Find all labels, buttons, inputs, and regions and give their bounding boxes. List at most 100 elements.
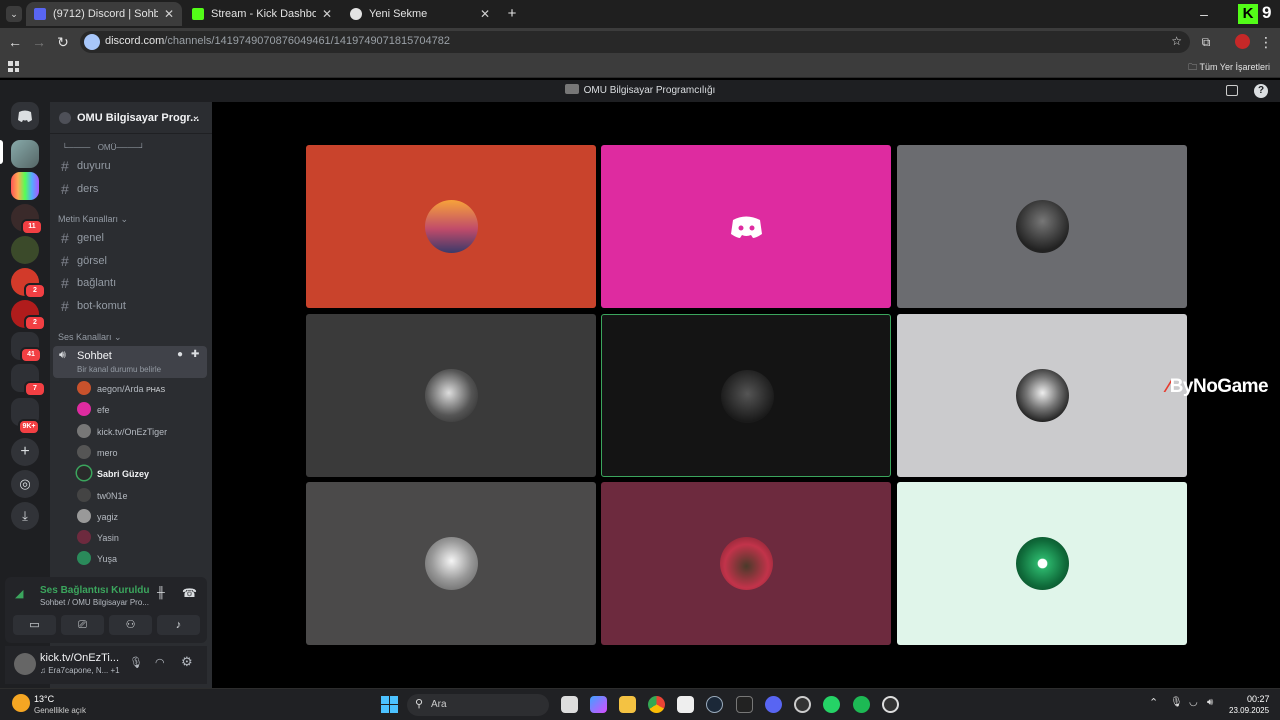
server-4[interactable]	[11, 236, 39, 264]
invite-icon[interactable]: ✚	[191, 349, 199, 360]
steam-icon[interactable]	[706, 696, 723, 713]
minimize-icon[interactable]: –	[1196, 6, 1212, 22]
clock-time[interactable]: 00:27	[1247, 694, 1270, 704]
discord-taskbar-icon[interactable]	[765, 696, 782, 713]
download-icon[interactable]: ⤓	[11, 502, 39, 530]
video-tile-sabri-speaking[interactable]	[601, 314, 891, 477]
tab-new[interactable]: Yeni Sekme ✕	[342, 2, 498, 26]
site-info-icon[interactable]	[84, 34, 100, 50]
user-name: efe	[97, 405, 110, 415]
help-icon[interactable]: ?	[1254, 84, 1268, 98]
weather-temp[interactable]: 13°C	[34, 694, 54, 704]
voice-channel-sohbet[interactable]: 🔊︎ Sohbet Bir kanal durumu belirle ● ✚	[53, 346, 207, 378]
close-tab-icon[interactable]: ✕	[164, 7, 174, 21]
voice-channel-status[interactable]: Bir kanal durumu belirle	[77, 365, 161, 374]
windows-start-icon[interactable]	[381, 696, 398, 713]
channel-bot-komut[interactable]: # bot-komut	[58, 296, 206, 316]
video-tile-kick[interactable]	[897, 145, 1187, 308]
username[interactable]: kick.tv/OnEzTi...	[40, 652, 119, 664]
video-tile-efe[interactable]	[601, 145, 891, 308]
profile-avatar[interactable]	[1235, 34, 1250, 49]
add-server-icon[interactable]: +	[11, 438, 39, 466]
all-bookmarks-button[interactable]: 🗀 Tüm Yer İşaretleri	[1188, 60, 1270, 76]
tab-kick[interactable]: Stream - Kick Dashboard ✕	[184, 2, 340, 26]
chrome-icon[interactable]	[648, 696, 665, 713]
inbox-icon[interactable]	[1226, 85, 1238, 96]
screen-share-button[interactable]: ⎚	[61, 615, 104, 635]
noise-suppression-icon[interactable]: ╫	[157, 587, 165, 599]
chevron-up-icon[interactable]: ⌃	[1149, 696, 1158, 709]
category-voice[interactable]: Ses Kanalları ⌄	[58, 332, 122, 343]
apps-icon[interactable]	[8, 61, 19, 72]
category-text[interactable]: Metin Kanalları ⌄	[58, 214, 128, 225]
channel-duyuru[interactable]: # duyuru	[58, 156, 206, 176]
server-omu[interactable]	[11, 140, 39, 168]
new-tab-icon[interactable]: +	[504, 6, 520, 22]
microphone-icon[interactable]: 🎙︎	[1170, 697, 1183, 708]
obs-icon[interactable]	[794, 696, 811, 713]
settings-gear-icon[interactable]: ⚙	[181, 654, 193, 670]
forward-icon[interactable]: →	[31, 34, 47, 50]
copilot-icon[interactable]	[590, 696, 607, 713]
clock-date[interactable]: 23.09.2025	[1229, 706, 1269, 715]
video-tile-yusa[interactable]	[897, 482, 1187, 645]
channel-label: bağlantı	[77, 277, 117, 289]
close-tab-icon[interactable]: ✕	[480, 7, 490, 21]
disconnect-icon[interactable]: ☎	[182, 586, 197, 600]
menu-icon[interactable]: ⋮	[1258, 34, 1274, 50]
task-view-icon[interactable]	[561, 696, 578, 713]
voice-user[interactable]: mero	[77, 443, 118, 463]
voice-user[interactable]: aegon/Arda PHAS	[77, 379, 165, 399]
channel-baglanti[interactable]: # bağlantı	[58, 273, 206, 293]
video-tile-tw0n1e[interactable]	[897, 314, 1187, 477]
voice-user[interactable]: efe	[77, 400, 110, 420]
headphones-icon[interactable]: ◠	[155, 656, 165, 669]
divider-channel[interactable]: └────ﾠOMÜ────┘	[62, 142, 145, 153]
channel-ders[interactable]: # ders	[58, 179, 206, 199]
video-tile-yasin[interactable]	[601, 482, 891, 645]
server-rainbow[interactable]	[11, 172, 39, 200]
voice-user-speaking[interactable]: Sabri Güzey	[77, 464, 149, 484]
back-icon[interactable]: ←	[7, 34, 23, 50]
voice-user[interactable]: Yuşa	[77, 549, 117, 569]
tab-discord[interactable]: (9712) Discord | Sohbet | O ✕	[26, 2, 182, 26]
soundboard-button[interactable]: ♪	[157, 615, 200, 635]
activity-button[interactable]: ⚇	[109, 615, 152, 635]
discord-home-icon[interactable]	[11, 102, 39, 130]
explore-icon[interactable]: ◎	[11, 470, 39, 498]
volume-icon[interactable]: 🔊︎	[1207, 697, 1213, 708]
voice-user[interactable]: tw0N1e	[77, 486, 128, 506]
tab-search-button[interactable]: ⌄	[6, 6, 22, 22]
taskbar-search[interactable]: ⚲ Ara	[407, 694, 549, 716]
microphone-icon[interactable]: 🎙︎	[129, 656, 143, 669]
store-icon[interactable]	[677, 696, 694, 713]
server-header[interactable]: OMU Bilgisayar Progr... ⌄	[50, 102, 212, 134]
reload-icon[interactable]: ↻	[55, 34, 71, 50]
url-input[interactable]: discord.com/channels/1419749070876049461…	[80, 31, 1190, 53]
avatar	[77, 509, 91, 523]
voice-status[interactable]: Ses Bağlantısı Kuruldu	[40, 585, 149, 596]
channel-gorsel[interactable]: # görsel	[58, 251, 206, 271]
voice-user[interactable]: yagiz	[77, 507, 118, 527]
video-tile-yagiz[interactable]	[306, 482, 596, 645]
file-explorer-icon[interactable]	[619, 696, 636, 713]
voice-user[interactable]: kick.tv/OnEzTiger	[77, 422, 167, 442]
voice-location[interactable]: Sohbet / OMU Bilgisayar Pro...	[40, 598, 149, 607]
video-tile-aegon[interactable]	[306, 145, 596, 308]
camera-button[interactable]: ▭	[13, 615, 56, 635]
app-icon[interactable]	[882, 696, 899, 713]
chat-icon[interactable]: ●	[177, 349, 183, 360]
video-tile-mero[interactable]	[306, 314, 596, 477]
network-icon[interactable]: ◡	[1189, 697, 1198, 708]
avatar[interactable]	[14, 653, 36, 675]
voice-user[interactable]: Yasin	[77, 528, 119, 548]
user-name: mero	[97, 448, 118, 458]
bookmark-star-icon[interactable]: ☆	[1171, 34, 1182, 48]
weather-icon[interactable]	[12, 694, 30, 712]
whatsapp-icon[interactable]	[823, 696, 840, 713]
close-tab-icon[interactable]: ✕	[322, 7, 332, 21]
extensions-icon[interactable]: ⧉	[1198, 34, 1214, 50]
channel-genel[interactable]: # genel	[58, 228, 206, 248]
epic-games-icon[interactable]	[736, 696, 753, 713]
spotify-icon[interactable]	[853, 696, 870, 713]
